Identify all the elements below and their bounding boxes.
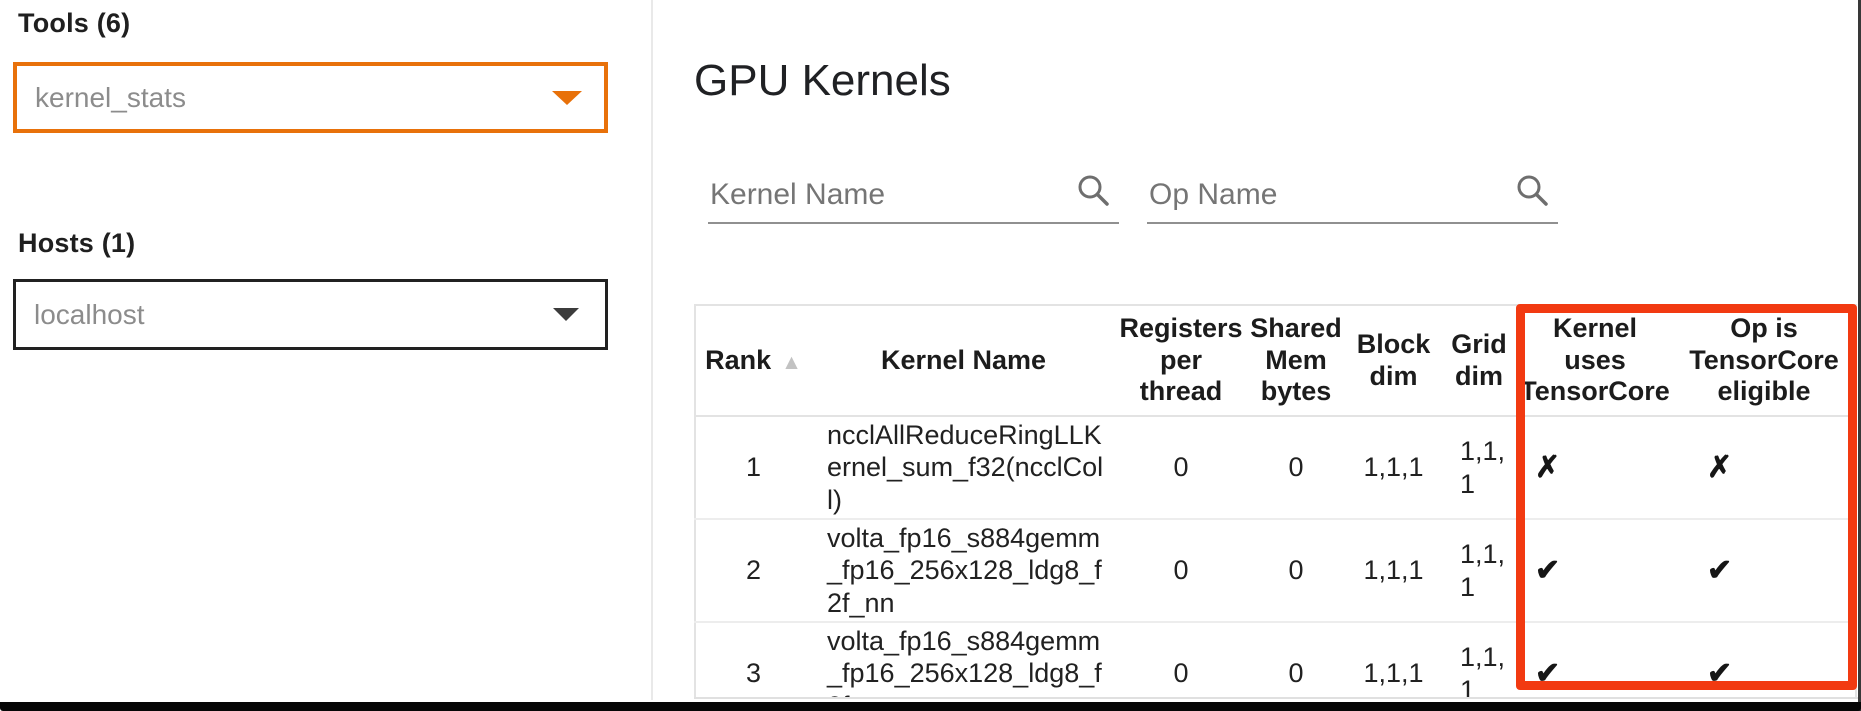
hosts-section-label: Hosts (1) <box>18 228 135 259</box>
cell-rank: 2 <box>695 519 811 622</box>
table-header-row: Rank▲ Kernel Name Registers per thread S… <box>695 305 1856 416</box>
kernel-name-search-field[interactable] <box>708 156 1119 224</box>
cell-shared-mem-bytes: 0 <box>1246 622 1346 698</box>
column-header-grid-dim[interactable]: Grid dim <box>1441 305 1517 416</box>
cell-kernel-name: volta_fp16_s884gemm_fp16_256x128_ldg8_f2… <box>811 519 1116 622</box>
tools-section-label: Tools (6) <box>18 8 130 39</box>
column-header-registers-per-thread[interactable]: Registers per thread <box>1116 305 1246 416</box>
gpu-kernels-table: Rank▲ Kernel Name Registers per thread S… <box>694 304 1857 698</box>
cell-shared-mem-bytes: 0 <box>1246 416 1346 519</box>
profiler-screen: Tools (6) kernel_stats Hosts (1) localho… <box>0 0 1861 711</box>
cell-registers-per-thread: 0 <box>1116 519 1246 622</box>
search-icon <box>1514 172 1550 208</box>
cell-grid-dim: 1,1,1 <box>1441 519 1517 622</box>
cell-kernel-name: ncclAllReduceRingLLKernel_sum_f32(ncclCo… <box>811 416 1116 519</box>
cell-block-dim: 1,1,1 <box>1346 416 1441 519</box>
table-row: 2 volta_fp16_s884gemm_fp16_256x128_ldg8_… <box>695 519 1856 622</box>
content-bottom-edge <box>694 697 1861 699</box>
column-header-rank[interactable]: Rank▲ <box>695 305 811 416</box>
column-header-op-is-tensorcore-eligible[interactable]: Op is TensorCore eligible <box>1673 305 1856 416</box>
kernel-name-search-input[interactable] <box>710 178 1060 212</box>
cell-block-dim: 1,1,1 <box>1346 622 1441 698</box>
column-header-block-dim[interactable]: Block dim <box>1346 305 1441 416</box>
cell-op-is-tensorcore-eligible: ✗ <box>1673 416 1856 519</box>
cell-registers-per-thread: 0 <box>1116 416 1246 519</box>
cell-kernel-name: volta_fp16_s884gemm_fp16_256x128_ldg8_f2… <box>811 622 1116 698</box>
op-name-search-input[interactable] <box>1149 178 1499 212</box>
table-row: 3 volta_fp16_s884gemm_fp16_256x128_ldg8_… <box>695 622 1856 698</box>
chevron-down-icon <box>553 308 579 321</box>
gpu-kernels-table-container: Rank▲ Kernel Name Registers per thread S… <box>694 304 1859 698</box>
sidebar-divider <box>651 0 653 700</box>
search-icon <box>1075 172 1111 208</box>
column-header-kernel-uses-tensorcore[interactable]: Kernel uses TensorCore <box>1517 305 1673 416</box>
column-header-shared-mem-bytes[interactable]: Shared Mem bytes <box>1246 305 1346 416</box>
op-name-search-field[interactable] <box>1147 156 1558 224</box>
hosts-select-value: localhost <box>16 299 145 331</box>
cell-rank: 1 <box>695 416 811 519</box>
chevron-down-icon <box>552 91 582 105</box>
cell-op-is-tensorcore-eligible: ✔ <box>1673 519 1856 622</box>
cell-rank: 3 <box>695 622 811 698</box>
window-bottom-bar <box>0 702 1861 711</box>
cell-op-is-tensorcore-eligible: ✔ <box>1673 622 1856 698</box>
cell-grid-dim: 1,1,1 <box>1441 416 1517 519</box>
cell-kernel-uses-tensorcore: ✔ <box>1517 622 1673 698</box>
cell-block-dim: 1,1,1 <box>1346 519 1441 622</box>
table-row: 1 ncclAllReduceRingLLKernel_sum_f32(nccl… <box>695 416 1856 519</box>
cell-kernel-uses-tensorcore: ✔ <box>1517 519 1673 622</box>
cell-shared-mem-bytes: 0 <box>1246 519 1346 622</box>
sort-ascending-icon[interactable]: ▲ <box>781 351 802 374</box>
cell-registers-per-thread: 0 <box>1116 622 1246 698</box>
page-title: GPU Kernels <box>694 56 951 106</box>
cell-kernel-uses-tensorcore: ✗ <box>1517 416 1673 519</box>
tools-select-value: kernel_stats <box>17 82 186 114</box>
tools-select[interactable]: kernel_stats <box>13 62 608 133</box>
hosts-select[interactable]: localhost <box>13 279 608 350</box>
cell-grid-dim: 1,1,1 <box>1441 622 1517 698</box>
column-header-kernel-name[interactable]: Kernel Name <box>811 305 1116 416</box>
